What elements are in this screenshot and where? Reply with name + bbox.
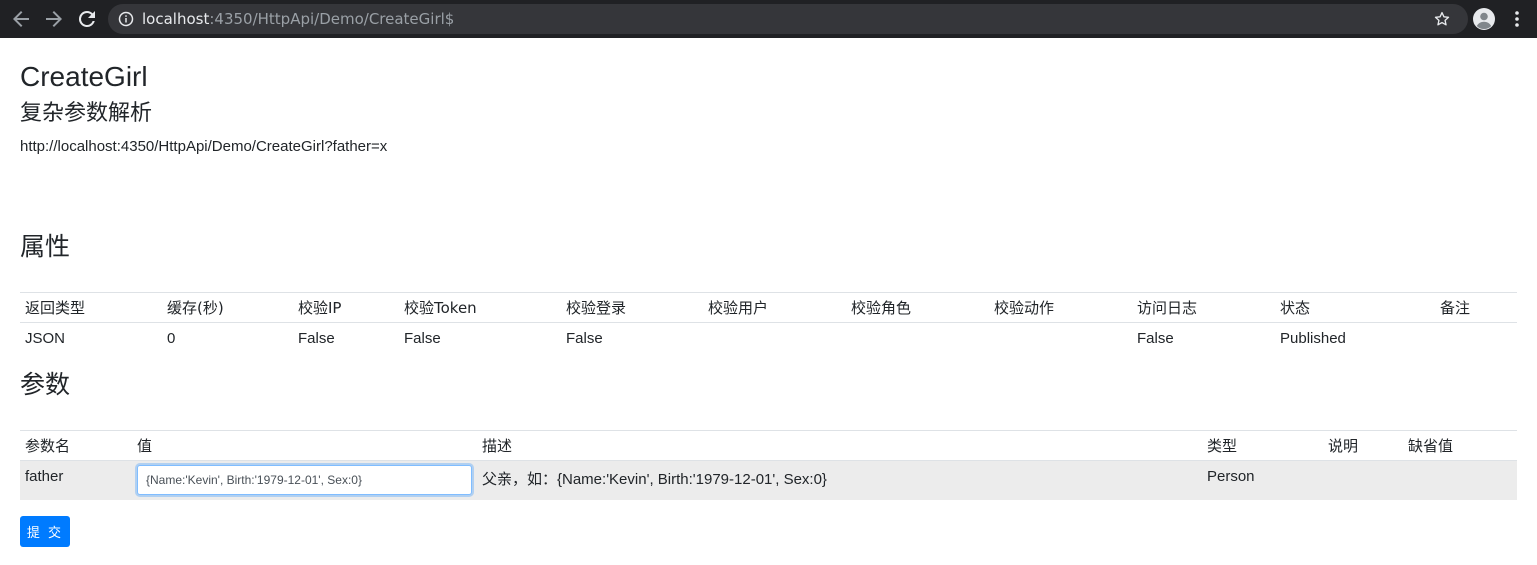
url-host: localhost [142,10,210,28]
col-header: 校验动作 [989,292,1132,323]
page-title: CreateGirl [20,61,148,92]
parameters-table: 参数名 值 描述 类型 说明 缺省值 father 父亲，如：{Name:'Ke… [20,430,1517,500]
param-value-cell [132,461,477,500]
table-cell: False [1137,329,1174,347]
param-description: 父亲，如：{Name:'Kevin', Birth:'1979-12-01', … [482,471,827,488]
table-cell: False [566,329,603,347]
col-header: 缺省值 [1403,430,1517,461]
table-cell: 0 [167,329,176,347]
col-header: 返回类型 [20,292,162,323]
col-header: 参数名 [20,430,132,461]
col-header: 类型 [1202,430,1323,461]
parameters-heading: 参数 [20,370,71,399]
table-cell [1435,323,1517,354]
param-type: Person [1207,468,1255,485]
col-header: 访问日志 [1132,292,1275,323]
param-note [1323,461,1403,500]
col-header: 校验用户 [703,292,846,323]
star-icon[interactable] [1433,10,1451,28]
col-header: 状态 [1275,292,1435,323]
table-row: JSON 0 False False False False Published [20,323,1517,354]
url-text[interactable]: localhost:4350/HttpApi/Demo/CreateGirl$ [142,10,454,28]
arrow-right-icon[interactable] [42,7,66,31]
browser-toolbar: localhost:4350/HttpApi/Demo/CreateGirl$ [0,0,1537,38]
col-header: 备注 [1435,292,1517,323]
table-cell: JSON [25,329,66,347]
param-value-input[interactable] [137,465,472,495]
col-header: 校验角色 [846,292,989,323]
col-header: 缓存(秒) [162,292,293,323]
attributes-heading: 属性 [20,232,71,261]
info-icon[interactable] [118,11,134,27]
table-cell [989,323,1132,354]
reload-icon[interactable] [75,7,99,31]
col-header: 校验登录 [561,292,703,323]
attributes-table: 返回类型 缓存(秒) 校验IP 校验Token 校验登录 校验用户 校验角色 校… [20,292,1517,354]
attributes-header-row: 返回类型 缓存(秒) 校验IP 校验Token 校验登录 校验用户 校验角色 校… [20,292,1517,323]
col-header: 校验IP [293,292,399,323]
table-cell [703,323,846,354]
arrow-left-icon[interactable] [9,7,33,31]
param-name: father [25,468,64,485]
submit-button[interactable]: 提 交 [20,516,70,547]
kebab-menu-icon[interactable] [1509,10,1525,28]
col-header: 说明 [1323,430,1403,461]
table-cell: Published [1280,329,1346,347]
parameters-header-row: 参数名 值 描述 类型 说明 缺省值 [20,430,1517,461]
url-path: :4350/HttpApi/Demo/CreateGirl$ [209,10,455,28]
col-header: 值 [132,430,477,461]
table-cell [846,323,989,354]
param-default [1403,461,1517,500]
table-cell: False [298,329,335,347]
api-url: http://localhost:4350/HttpApi/Demo/Creat… [20,138,388,155]
col-header: 描述 [477,430,1202,461]
user-avatar-icon[interactable] [1473,8,1495,30]
page-subtitle: 复杂参数解析 [20,101,153,126]
table-row: father 父亲，如：{Name:'Kevin', Birth:'1979-1… [20,460,1517,500]
table-cell: False [404,329,441,347]
address-bar[interactable]: localhost:4350/HttpApi/Demo/CreateGirl$ [108,4,1468,34]
col-header: 校验Token [399,292,561,323]
